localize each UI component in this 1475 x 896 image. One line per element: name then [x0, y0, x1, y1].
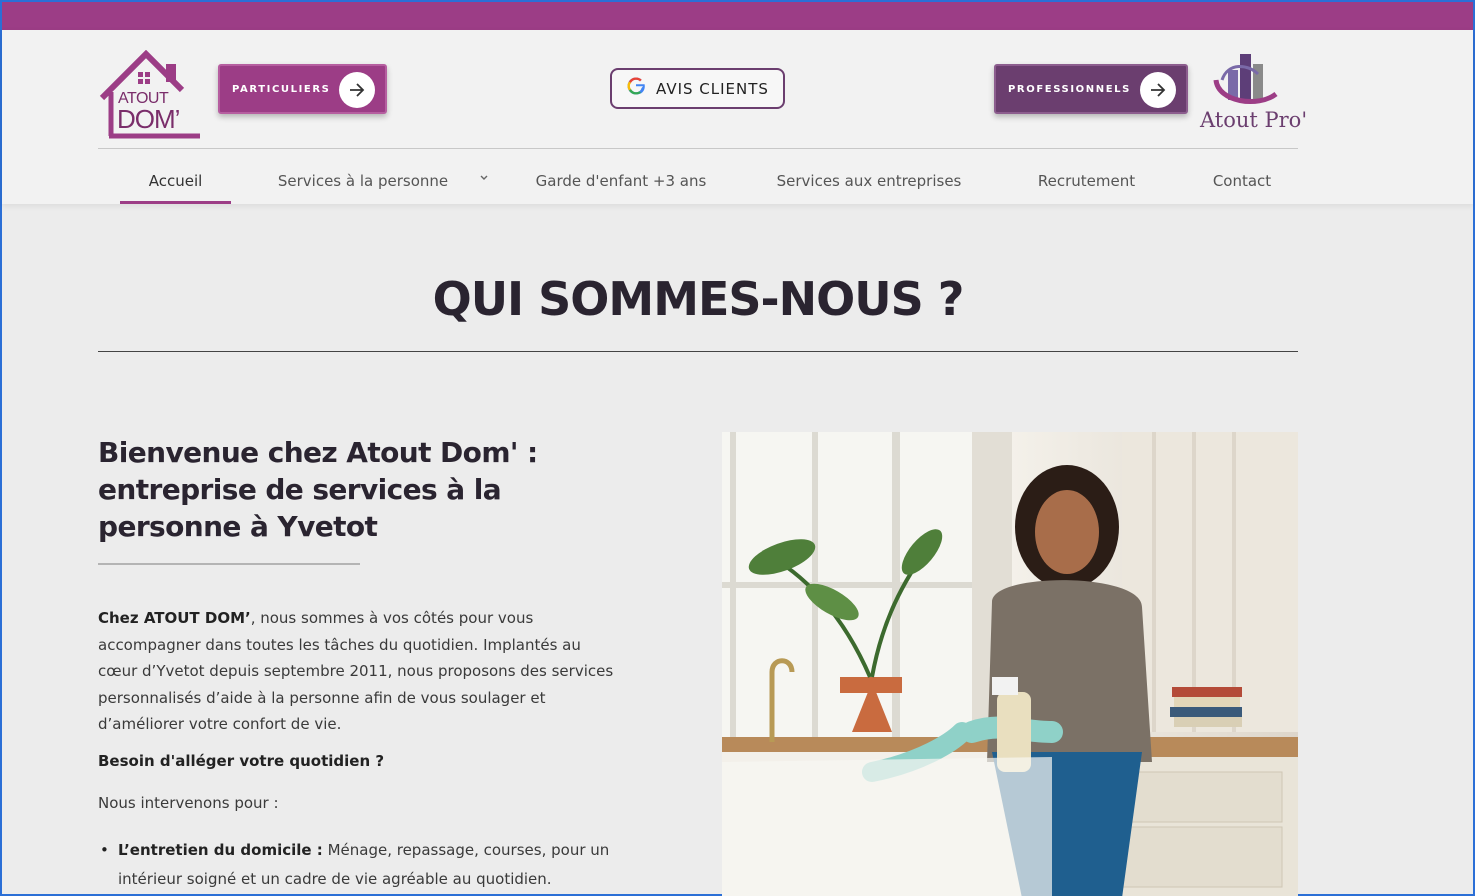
pro-logo-text: Atout Pro' — [1200, 108, 1308, 132]
nav-item-garde-enfant[interactable]: Garde d'enfant +3 ans — [528, 158, 714, 204]
nav-item-label: Garde d'enfant +3 ans — [535, 172, 707, 190]
hero-photo — [722, 432, 1298, 896]
page-title: QUI SOMMES-NOUS ? — [432, 272, 965, 326]
nav-item-recrutement[interactable]: Recrutement — [1028, 158, 1145, 204]
professionnels-button[interactable]: PROFESSIONNELS — [994, 64, 1188, 114]
intro-bold: Chez ATOUT DOM’ — [98, 609, 251, 627]
nav-item-label: Contact — [1212, 172, 1272, 190]
building-logo-icon — [1213, 54, 1278, 104]
nav-item-contact[interactable]: Contact — [1206, 158, 1278, 204]
besoin-heading: Besoin d'alléger votre quotidien ? — [98, 752, 385, 770]
list-item: L’entretien du domicile : Ménage, repass… — [100, 836, 623, 894]
logo-line2: DOM’ — [117, 104, 180, 134]
avis-clients-label: AVIS CLIENTS — [656, 79, 769, 98]
bullet-bold: L’entretien du domicile : — [118, 841, 323, 859]
atout-pro-logo[interactable]: Atout Pro' — [1198, 50, 1307, 140]
welcome-divider — [98, 563, 360, 565]
chevron-down-icon[interactable] — [479, 172, 489, 185]
welcome-heading: Bienvenue chez Atout Dom' : entreprise d… — [98, 436, 538, 543]
atout-dom-logo[interactable]: ATOUT DOM’ — [98, 50, 202, 140]
site-header: ATOUT DOM’ PARTICULIERS AVIS CLIENTS PRO… — [2, 30, 1473, 204]
arrow-right-icon — [1140, 72, 1176, 108]
nav-item-services-personne[interactable]: Services à la personne — [258, 158, 468, 204]
intervenons-text: Nous intervenons pour : — [98, 794, 279, 812]
nav-item-services-entreprises[interactable]: Services aux entreprises — [766, 158, 972, 204]
header-divider — [98, 148, 1298, 149]
particuliers-button[interactable]: PARTICULIERS — [218, 64, 387, 114]
nav-item-label: Accueil — [148, 172, 203, 190]
top-accent-bar — [2, 2, 1473, 30]
title-divider — [98, 351, 1298, 352]
intro-paragraph: Chez ATOUT DOM’, nous sommes à vos côtés… — [98, 605, 623, 738]
particuliers-label: PARTICULIERS — [232, 83, 331, 95]
professionnels-label: PROFESSIONNELS — [1008, 83, 1131, 95]
avis-clients-button[interactable]: AVIS CLIENTS — [610, 68, 785, 109]
nav-item-label: Services aux entreprises — [776, 172, 962, 190]
google-icon — [626, 76, 646, 102]
arrow-right-icon — [339, 72, 375, 108]
main-nav: Accueil Services à la personne Garde d'e… — [98, 158, 1298, 204]
intro-text: , nous sommes à vos côtés pour vous acco… — [98, 609, 614, 733]
nav-item-label: Recrutement — [1037, 172, 1136, 190]
nav-item-accueil[interactable]: Accueil — [120, 158, 231, 204]
nav-item-label: Services à la personne — [277, 172, 449, 190]
